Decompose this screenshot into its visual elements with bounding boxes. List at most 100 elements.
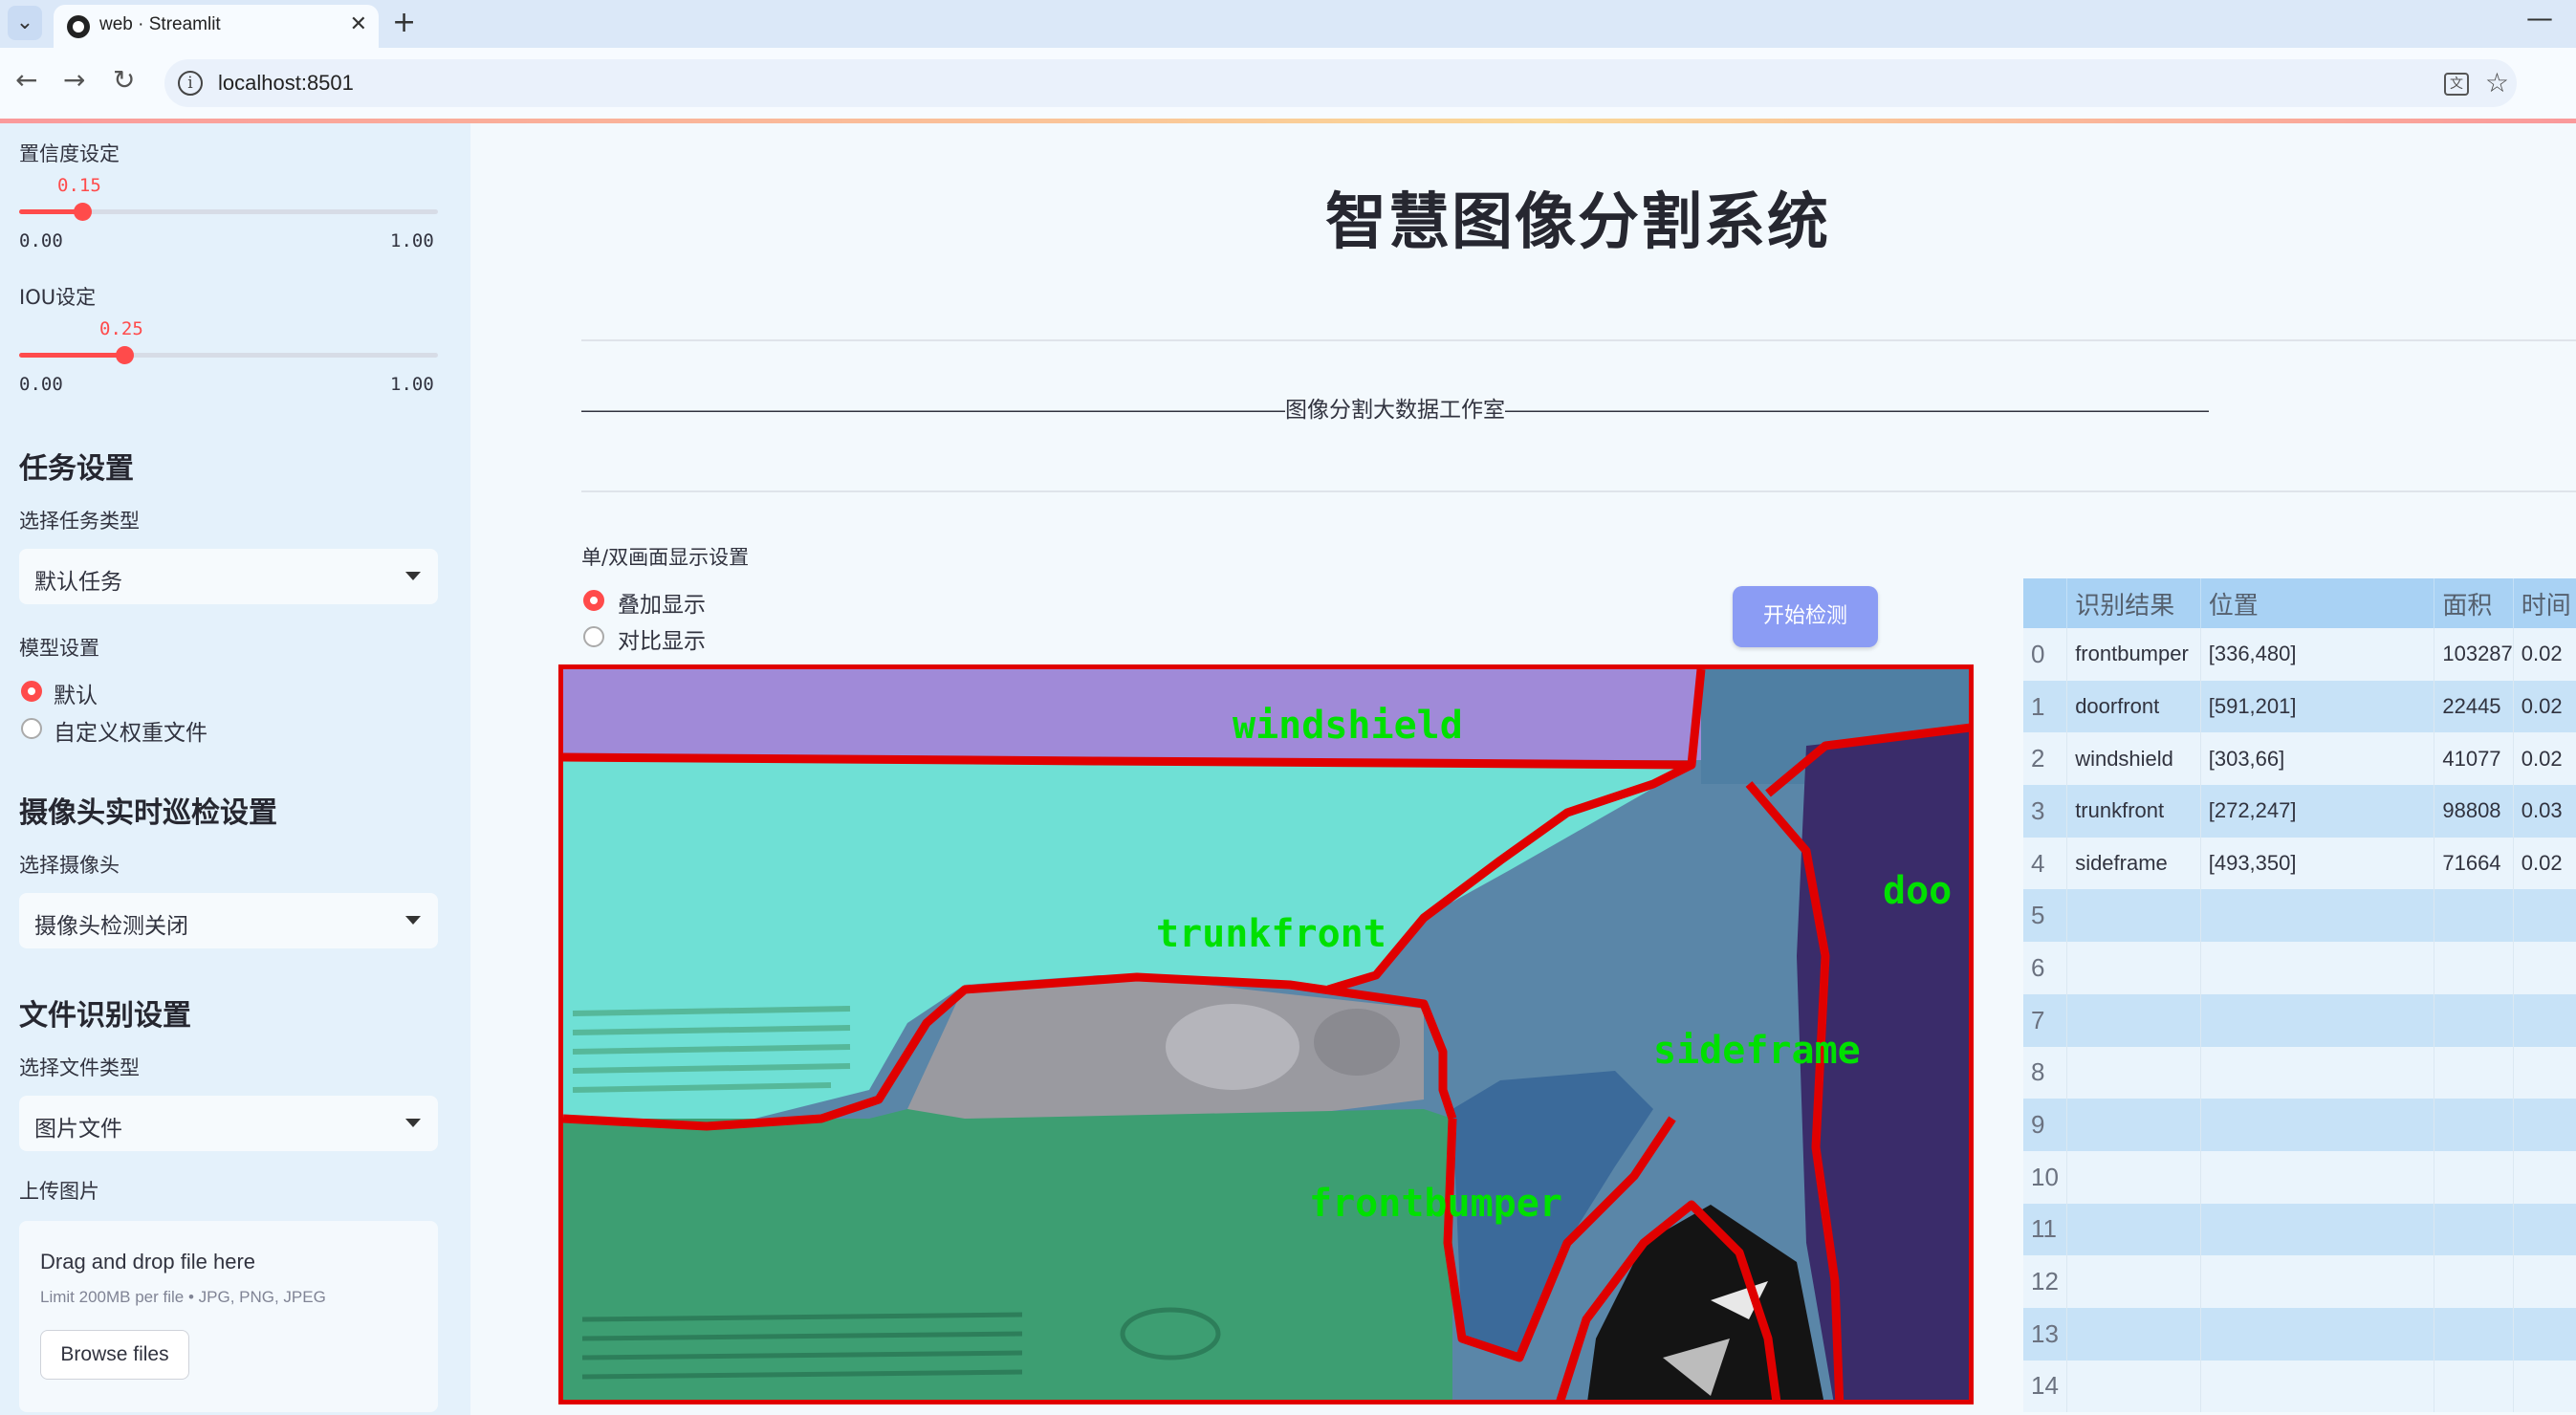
cell-time[interactable] (2513, 1255, 2576, 1308)
cell-time[interactable] (2513, 1150, 2576, 1204)
cell-area[interactable] (2434, 1150, 2514, 1204)
camera-select[interactable]: 摄像头检测关闭 (19, 893, 438, 948)
cell-result[interactable]: frontbumper (2066, 628, 2201, 681)
browse-files-button[interactable]: Browse files (40, 1330, 189, 1380)
cell-area[interactable]: 41077 (2434, 732, 2514, 786)
translate-icon[interactable]: 文 (2444, 73, 2469, 96)
cell-time[interactable]: 0.02 (2513, 732, 2576, 786)
cell-idx[interactable]: 0 (2023, 628, 2068, 681)
col-result[interactable]: 识别结果 (2066, 578, 2201, 628)
cell-position[interactable] (2200, 942, 2435, 994)
cell-area[interactable]: 103287 (2434, 628, 2514, 681)
cell-time[interactable] (2513, 1307, 2576, 1361)
reload-icon[interactable]: ↻ (113, 64, 135, 96)
cell-idx[interactable]: 8 (2023, 1046, 2068, 1099)
tab-list-dropdown-icon[interactable]: ⌄ (8, 6, 42, 40)
cell-time[interactable] (2513, 1046, 2576, 1099)
task-type-select[interactable]: 默认任务 (19, 549, 438, 604)
iou-slider[interactable] (19, 346, 438, 364)
col-time[interactable]: 时间 (2513, 578, 2576, 628)
cell-idx[interactable]: 5 (2023, 889, 2068, 943)
cell-idx[interactable]: 6 (2023, 942, 2068, 994)
cell-time[interactable] (2513, 889, 2576, 943)
confidence-slider[interactable] (19, 203, 438, 221)
cell-area[interactable]: 22445 (2434, 680, 2514, 733)
iou-slider-thumb[interactable] (115, 346, 134, 364)
cell-idx[interactable]: 10 (2023, 1150, 2068, 1204)
cell-position[interactable]: [591,201] (2200, 680, 2435, 733)
bookmark-star-icon[interactable]: ☆ (2485, 67, 2509, 98)
cell-result[interactable]: trunkfront (2066, 785, 2201, 838)
cell-position[interactable] (2200, 1203, 2435, 1256)
cell-position[interactable] (2200, 1307, 2435, 1361)
cell-time[interactable]: 0.02 (2513, 680, 2576, 733)
cell-result[interactable] (2066, 942, 2201, 994)
cell-area[interactable] (2434, 1203, 2514, 1256)
cell-result[interactable] (2066, 993, 2201, 1047)
cell-result[interactable] (2066, 1150, 2201, 1204)
cell-result[interactable] (2066, 889, 2201, 943)
cell-time[interactable]: 0.03 (2513, 785, 2576, 838)
cell-result[interactable]: doorfront (2066, 680, 2201, 733)
model-custom-radio[interactable] (21, 718, 42, 739)
cell-area[interactable] (2434, 993, 2514, 1047)
minimize-window-icon[interactable]: — (2526, 2, 2553, 33)
cell-time[interactable] (2513, 942, 2576, 994)
cell-position[interactable] (2200, 993, 2435, 1047)
cell-result[interactable] (2066, 1255, 2201, 1308)
cell-idx[interactable]: 9 (2023, 1099, 2068, 1151)
url-text[interactable]: localhost:8501 (218, 71, 354, 96)
browser-tab[interactable]: web · Streamlit ✕ (54, 5, 379, 48)
close-tab-icon[interactable]: ✕ (350, 12, 367, 36)
cell-idx[interactable]: 2 (2023, 732, 2068, 786)
cell-time[interactable]: 0.02 (2513, 837, 2576, 890)
forward-icon[interactable]: → (63, 64, 85, 96)
cell-position[interactable]: [272,247] (2200, 785, 2435, 838)
model-custom-label[interactable]: 自定义权重文件 (54, 714, 207, 747)
cell-area[interactable] (2434, 1360, 2514, 1413)
cell-area[interactable] (2434, 1255, 2514, 1308)
cell-idx[interactable]: 14 (2023, 1360, 2068, 1413)
new-tab-icon[interactable]: + (392, 6, 416, 39)
cell-position[interactable]: [303,66] (2200, 732, 2435, 786)
cell-area[interactable]: 98808 (2434, 785, 2514, 838)
cell-area[interactable]: 71664 (2434, 837, 2514, 890)
file-type-select[interactable]: 图片文件 (19, 1096, 438, 1151)
results-table[interactable]: 识别结果 位置 面积 时间 0 frontbumper [336,480] 10328… (2023, 578, 2576, 1415)
cell-result[interactable]: windshield (2066, 732, 2201, 786)
cell-area[interactable] (2434, 1046, 2514, 1099)
cell-idx[interactable]: 13 (2023, 1307, 2068, 1361)
overlay-display-label[interactable]: 叠加显示 (618, 586, 706, 619)
cell-result[interactable] (2066, 1046, 2201, 1099)
cell-time[interactable] (2513, 993, 2576, 1047)
cell-position[interactable] (2200, 1150, 2435, 1204)
cell-result[interactable] (2066, 1099, 2201, 1151)
start-detection-button[interactable]: 开始检测 (1733, 586, 1878, 647)
cell-area[interactable] (2434, 942, 2514, 994)
cell-area[interactable] (2434, 1307, 2514, 1361)
cell-idx[interactable]: 7 (2023, 993, 2068, 1047)
compare-display-radio[interactable] (583, 626, 604, 647)
cell-position[interactable] (2200, 1255, 2435, 1308)
cell-result[interactable] (2066, 1203, 2201, 1256)
model-default-label[interactable]: 默认 (54, 677, 98, 709)
cell-time[interactable]: 0.02 (2513, 628, 2576, 681)
col-area[interactable]: 面积 (2434, 578, 2514, 628)
cell-idx[interactable]: 12 (2023, 1255, 2068, 1308)
cell-idx[interactable]: 1 (2023, 680, 2068, 733)
model-default-radio[interactable] (21, 681, 42, 702)
col-position[interactable]: 位置 (2200, 578, 2435, 628)
cell-position[interactable] (2200, 1099, 2435, 1151)
cell-idx[interactable]: 4 (2023, 837, 2068, 890)
compare-display-label[interactable]: 对比显示 (618, 622, 706, 655)
col-index[interactable] (2023, 578, 2068, 628)
cell-position[interactable]: [493,350] (2200, 837, 2435, 890)
file-uploader-dropzone[interactable]: Drag and drop file here Limit 200MB per … (19, 1221, 438, 1412)
cell-time[interactable] (2513, 1203, 2576, 1256)
cell-position[interactable] (2200, 889, 2435, 943)
cell-position[interactable] (2200, 1360, 2435, 1413)
cell-idx[interactable]: 11 (2023, 1203, 2068, 1256)
cell-position[interactable]: [336,480] (2200, 628, 2435, 681)
cell-area[interactable] (2434, 1099, 2514, 1151)
overlay-display-radio[interactable] (583, 590, 604, 611)
